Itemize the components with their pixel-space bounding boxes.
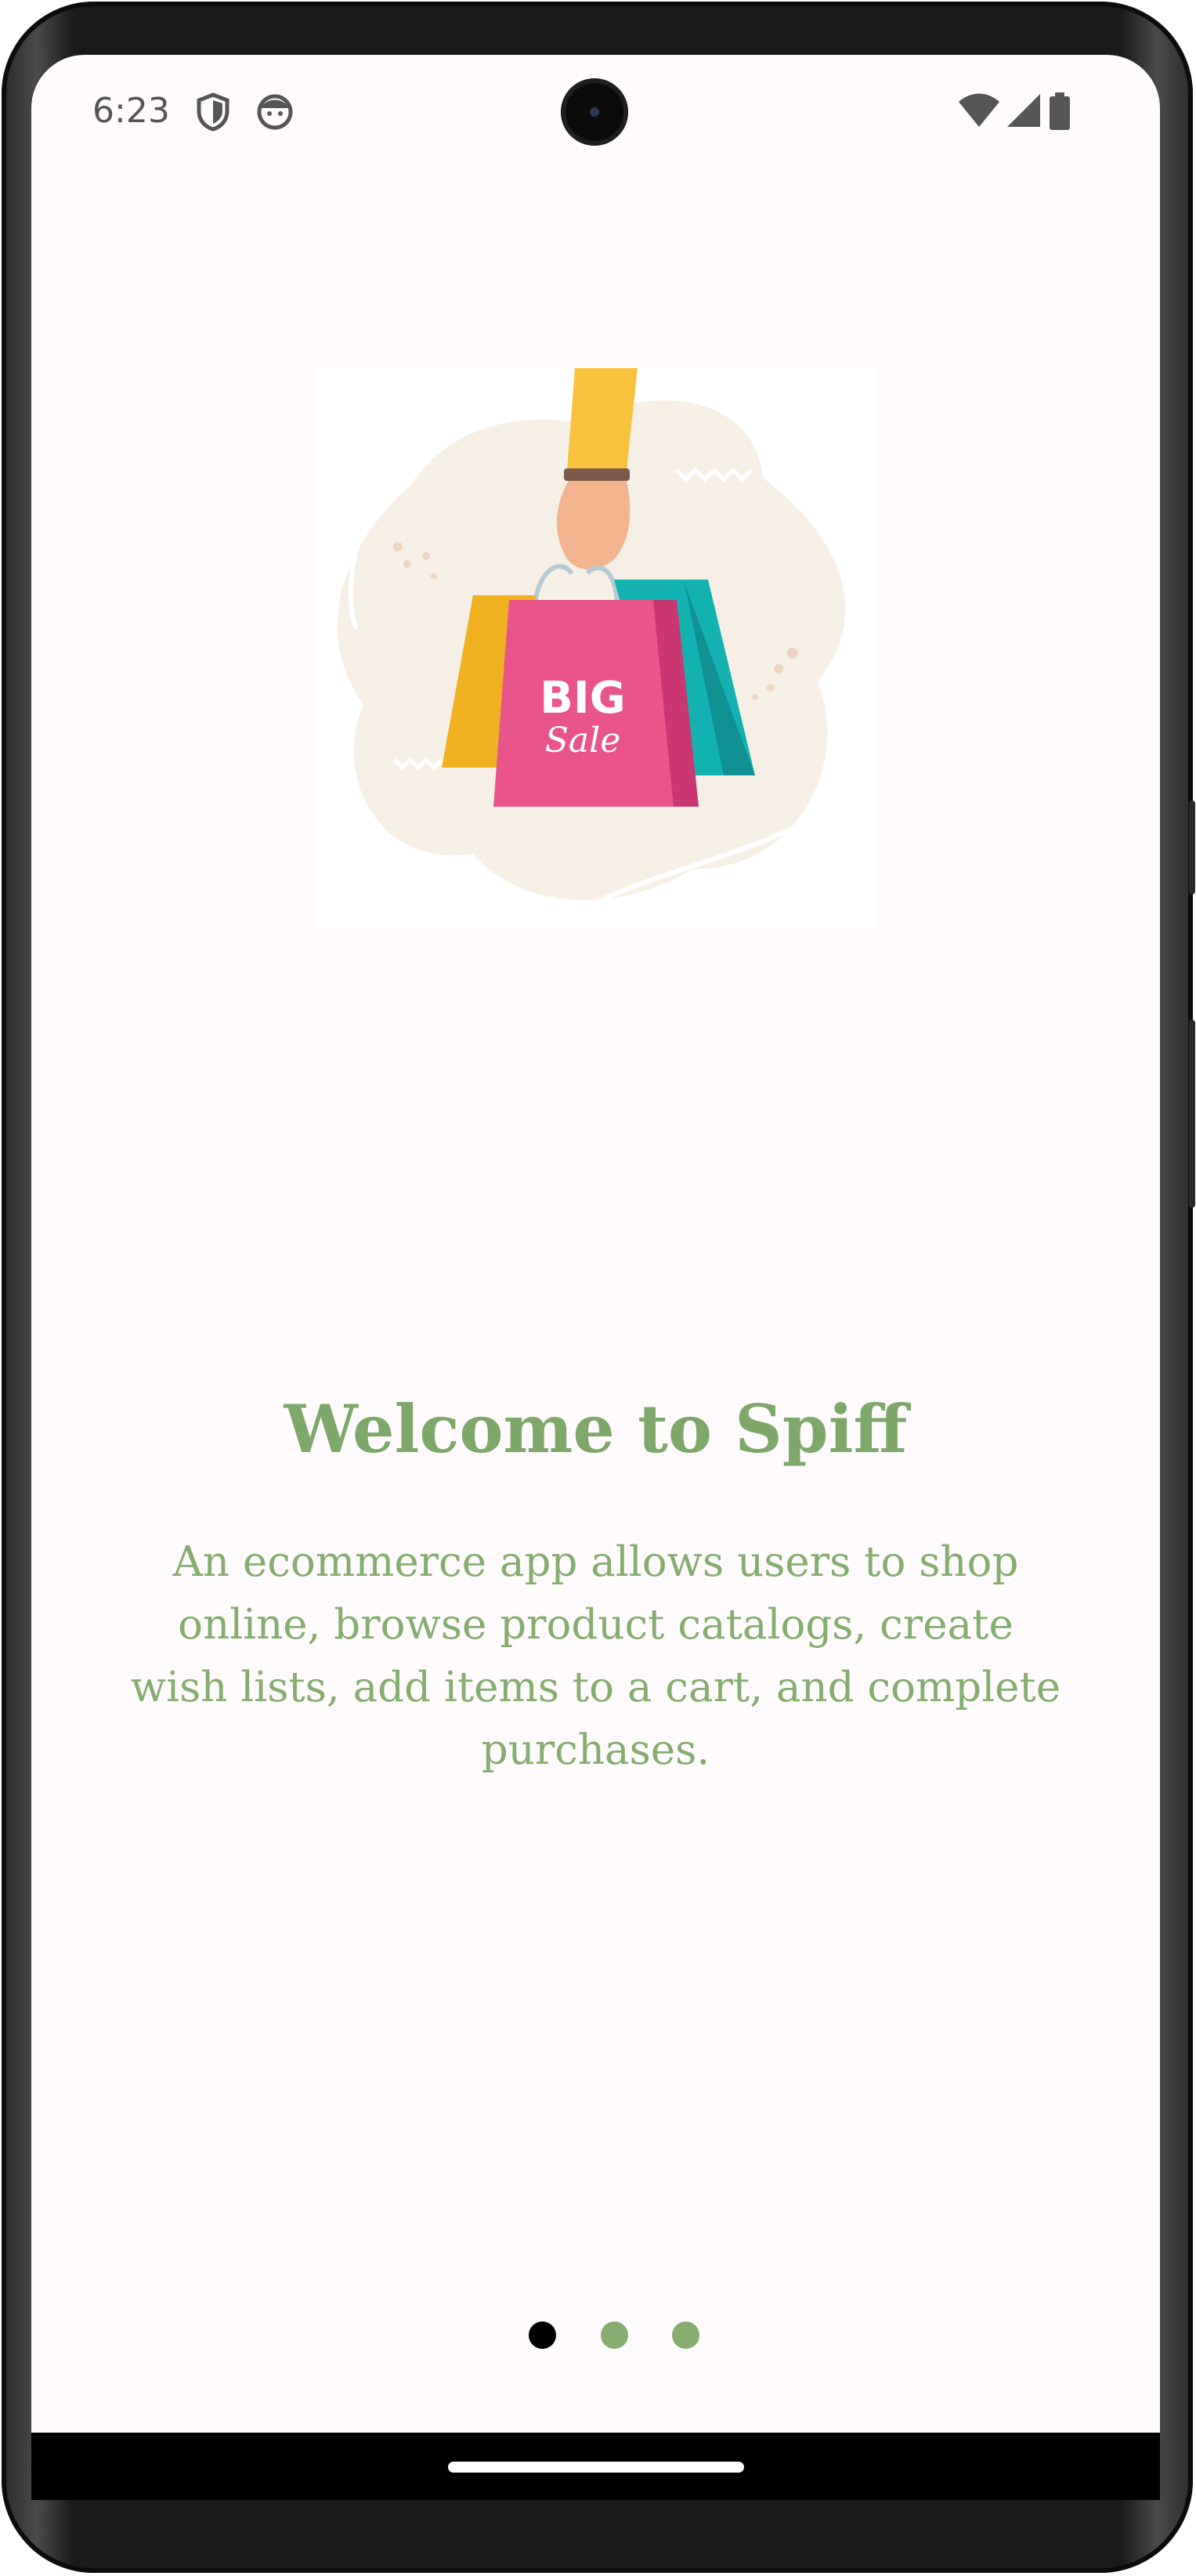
power-button (1189, 800, 1195, 894)
next-button[interactable] (1018, 2303, 1089, 2373)
navigation-bar (31, 2433, 1160, 2500)
onboarding-illustration: BIG Sale (316, 368, 877, 929)
page-dot-1[interactable] (529, 2321, 556, 2349)
wifi-icon (957, 92, 1001, 132)
face-icon (255, 92, 294, 135)
bag-text-big: BIG (540, 673, 625, 724)
home-indicator[interactable] (448, 2462, 744, 2473)
page-dot-3[interactable] (672, 2321, 699, 2349)
signal-icon (1004, 92, 1042, 132)
bag-text-sale: Sale (545, 721, 621, 761)
status-time: 6:23 (92, 91, 170, 131)
welcome-description: An ecommerce app allows users to shop on… (130, 1538, 1061, 1774)
welcome-title: Welcome to Spiff (284, 1390, 908, 1468)
status-bar: 6:23 (31, 55, 1160, 172)
page-indicator (31, 2321, 1160, 2353)
app-screen: 6:23 BIG Sale Welcome to Spiff An ecomme… (31, 55, 1160, 2500)
battery-icon (1048, 92, 1071, 135)
front-camera (561, 78, 628, 146)
volume-button (1189, 1020, 1195, 1208)
page-dot-2[interactable] (601, 2321, 628, 2349)
shield-icon (196, 92, 230, 135)
